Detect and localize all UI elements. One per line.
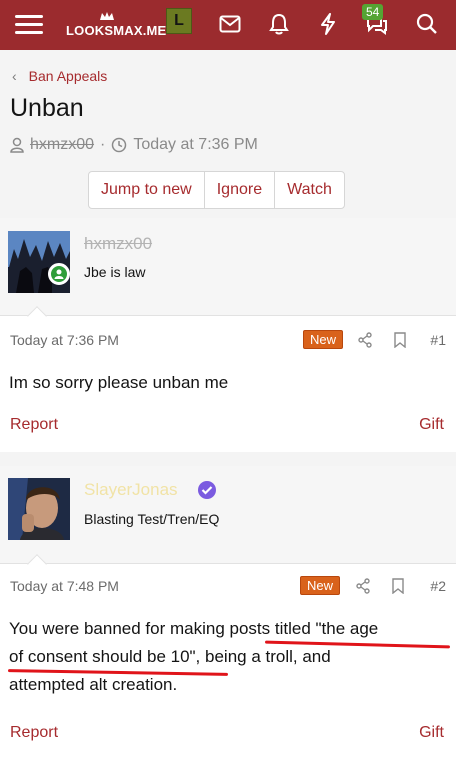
online-status-icon [48,263,70,285]
share-icon[interactable] [357,332,373,351]
post-1-user-title: Jbe is law [84,264,146,280]
bell-icon[interactable] [264,9,294,39]
gift-link[interactable]: Gift [419,416,444,434]
thread-actions: Jump to new Ignore Watch [88,171,345,209]
top-navigation-bar: LOOKSMAX.ME L 54 [0,0,456,50]
report-link[interactable]: Report [10,416,58,434]
post-1-number[interactable]: #1 [430,332,446,348]
user-icon [10,137,24,153]
post-2-date[interactable]: Today at 7:48 PM [10,578,119,594]
verified-icon [197,480,217,500]
bookmark-icon[interactable] [391,578,405,597]
thread-author[interactable]: hxmzx00 [30,136,94,154]
report-link[interactable]: Report [10,724,58,742]
crown-icon [100,12,114,20]
post-2-meta: Today at 7:48 PM New #2 [0,576,456,600]
jump-to-new-button[interactable]: Jump to new [89,172,205,208]
post-1: hxmzx00 Jbe is law Today at 7:36 PM New … [0,218,456,452]
post-2-body-line-1: You were banned for making posts titled … [9,619,379,638]
post-2-userbar: SlayerJonas Blasting Test/Tren/EQ [0,466,456,564]
post-2-number[interactable]: #2 [430,578,446,594]
post-2-body-line-3: attempted alt creation. [9,675,178,694]
separator-dot: · [100,136,106,153]
logo-text: LOOKSMAX.ME [66,23,167,38]
post-2-new-badge: New [300,576,341,595]
bolt-icon[interactable] [313,9,343,39]
post-1-meta: Today at 7:36 PM New #1 [0,330,456,354]
breadcrumb[interactable]: ‹ Ban Appeals [12,68,107,84]
post-1-body: Im so sorry please unban me [9,373,229,392]
post-2: SlayerJonas Blasting Test/Tren/EQ Today … [0,466,456,759]
post-2-body-line-2: of consent should be 10", being a troll,… [9,647,331,666]
post-2-username[interactable]: SlayerJonas [84,480,178,500]
rank-badge[interactable]: L [166,8,192,34]
bookmark-icon[interactable] [393,332,407,351]
search-icon[interactable] [412,9,442,39]
notification-count-badge[interactable]: 54 [362,4,384,20]
post-1-username[interactable]: hxmzx00 [84,234,152,254]
site-logo[interactable]: LOOKSMAX.ME [64,12,166,38]
share-icon[interactable] [355,578,371,597]
post-1-userbar: hxmzx00 Jbe is law [0,218,456,316]
gift-link[interactable]: Gift [419,724,444,742]
watch-button[interactable]: Watch [275,172,344,208]
post-1-date[interactable]: Today at 7:36 PM [10,332,119,348]
menu-icon[interactable] [14,9,44,39]
post-1-new-badge: New [303,330,344,349]
clock-icon [112,137,127,153]
avatar[interactable] [8,478,70,540]
ignore-button[interactable]: Ignore [205,172,276,208]
breadcrumb-label[interactable]: Ban Appeals [29,68,108,84]
thread-page: ‹ Ban Appeals Unban hxmzx00 · Today at 7… [0,50,456,759]
chevron-left-icon: ‹ [12,68,17,84]
post-2-user-title: Blasting Test/Tren/EQ [84,511,220,527]
thread-time[interactable]: Today at 7:36 PM [133,136,258,154]
thread-meta: hxmzx00 · Today at 7:36 PM [10,136,258,154]
page-title: Unban [10,94,84,122]
mail-icon[interactable] [215,9,245,39]
